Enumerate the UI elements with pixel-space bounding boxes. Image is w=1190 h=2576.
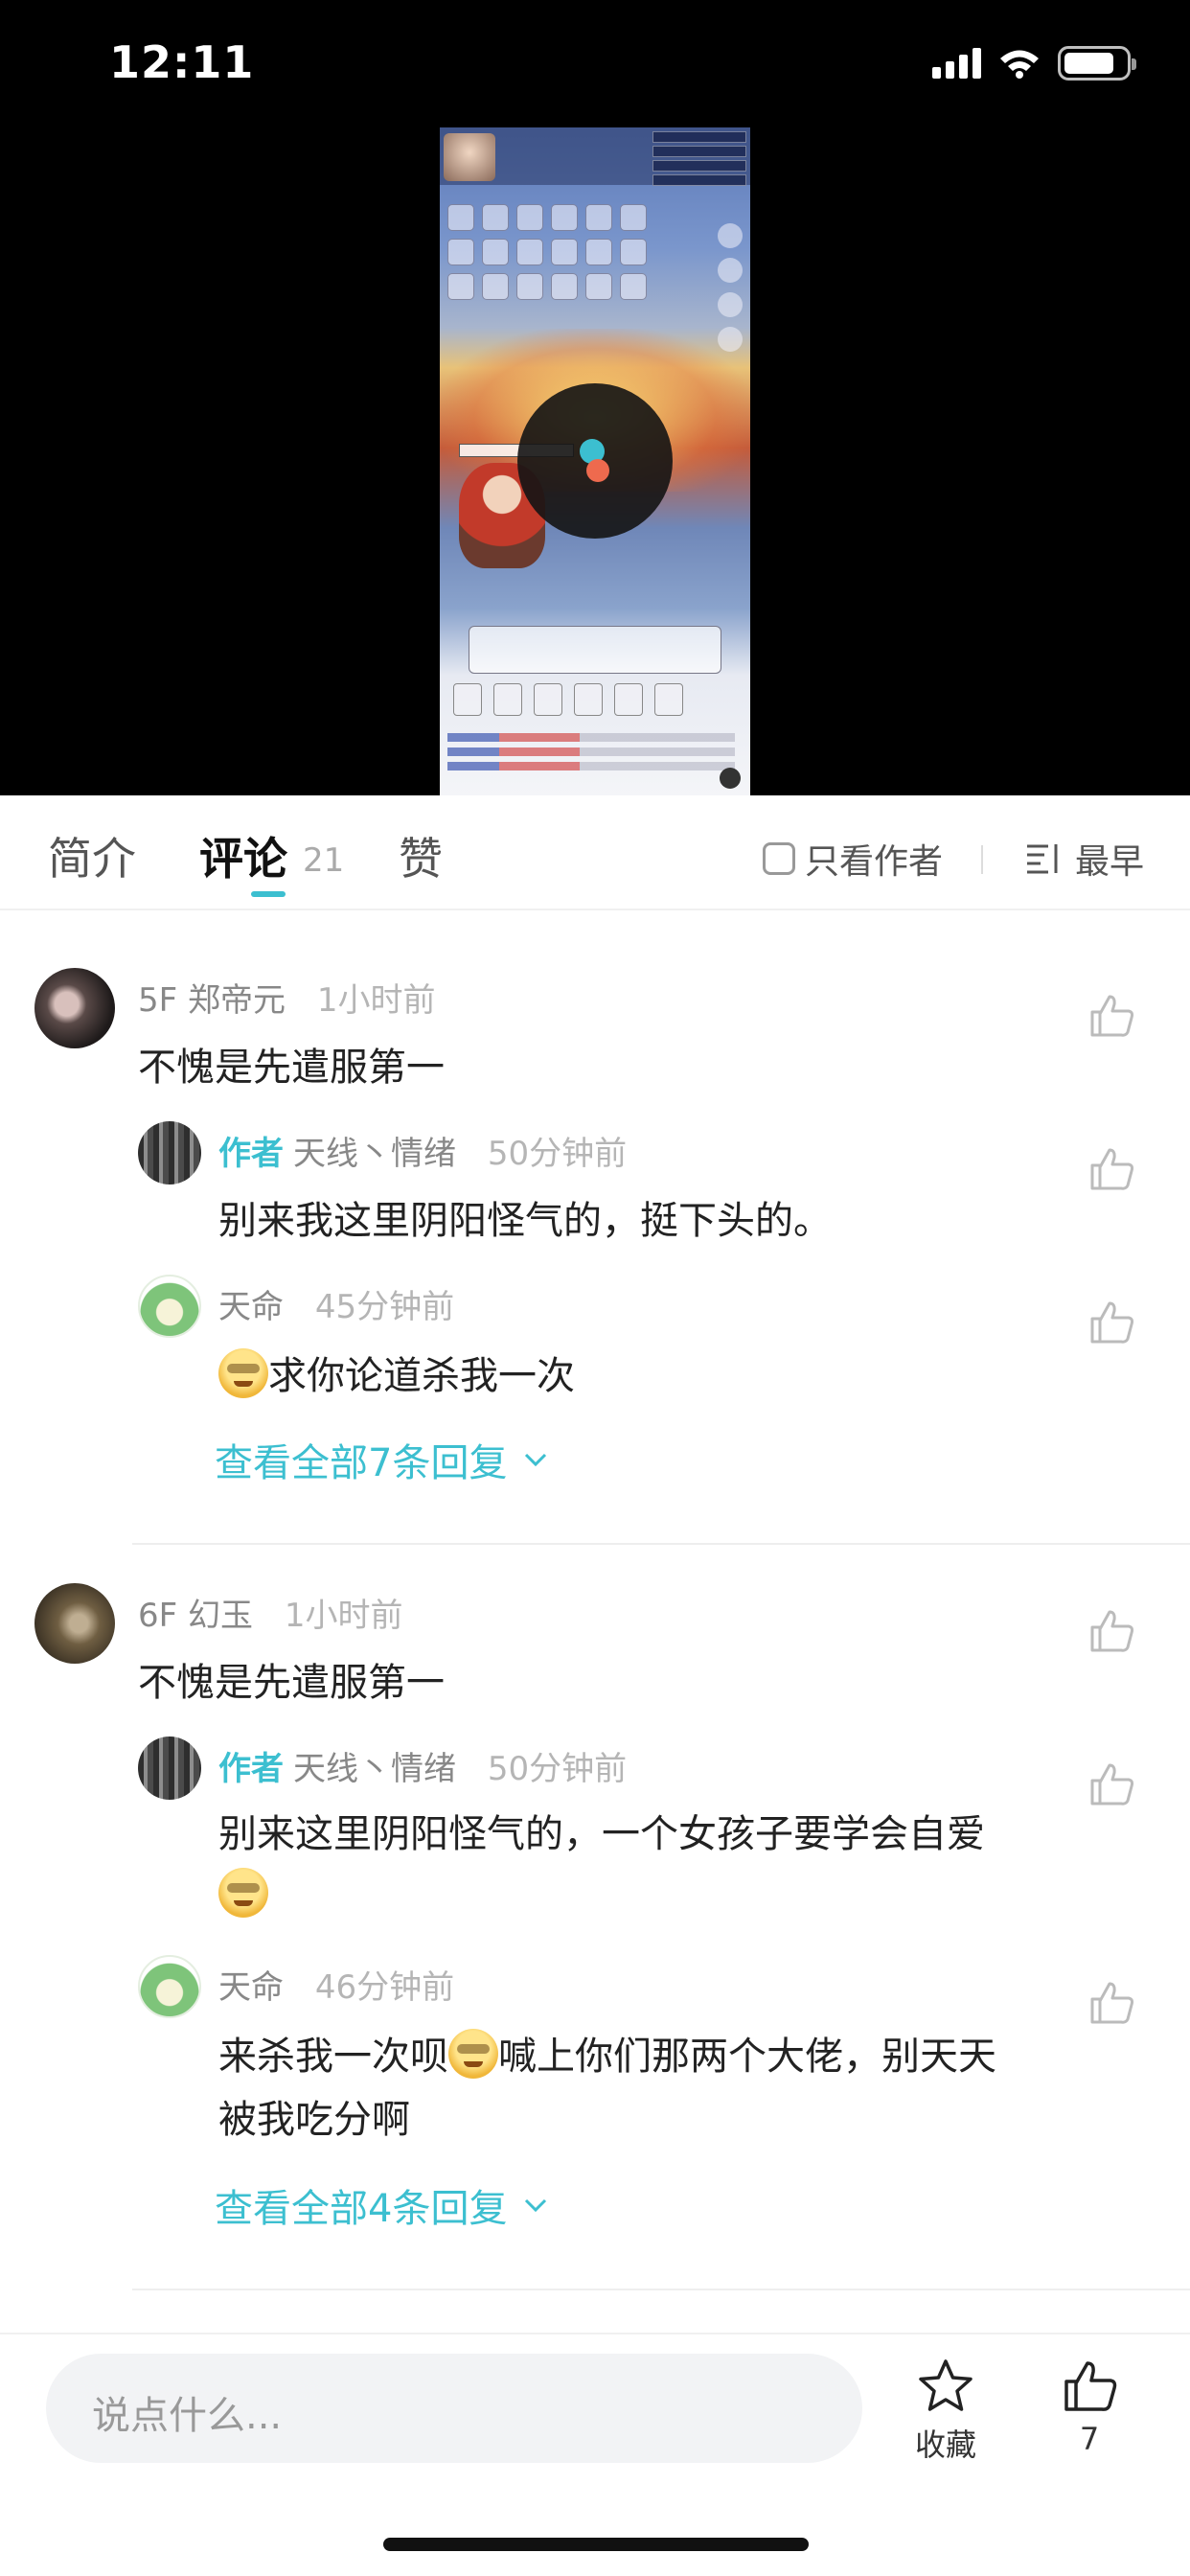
username[interactable]: 幻玉 [188,1597,253,1635]
wifi-icon [1000,50,1039,79]
timestamp: 50分钟前 [487,1135,628,1173]
tab-comments[interactable]: 评论 [199,824,287,887]
avatar[interactable] [34,1583,115,1664]
username[interactable]: 天命 [218,1288,284,1326]
comment-text[interactable]: 不愧是先遣服第一 [138,1652,445,1714]
avatar[interactable] [34,968,115,1048]
emoji-icon [218,1348,268,1398]
divider [132,1543,1190,1545]
reply-meta: 作者 天线丶情绪 50分钟前 [218,1127,627,1174]
view-all-replies-button[interactable]: 查看全部7条回复 [215,1432,549,1487]
floor-number: 5F [138,981,178,1020]
comments-count: 21 [303,841,345,880]
status-icons [932,46,1136,80]
like-button[interactable]: 7 [1037,2356,1142,2457]
sort-button[interactable]: 最早 [1025,834,1144,884]
reply-emoji-line [218,1865,268,1926]
timestamp: 46分钟前 [314,1968,455,2007]
thumbs-up-icon[interactable] [1087,1760,1136,1809]
like-count: 7 [1079,2421,1100,2457]
chevron-down-icon [525,2198,547,2213]
avatar[interactable] [138,1955,201,2018]
reply-text-continued[interactable]: 被我吃分啊 [218,2089,410,2150]
author-only-label: 只看作者 [805,842,944,882]
battery-icon [1058,46,1136,80]
comment-text[interactable]: 不愧是先遣服第一 [138,1037,445,1098]
author-only-toggle[interactable]: 只看作者 [763,834,943,884]
divider [981,845,983,874]
username[interactable]: 郑帝元 [188,981,286,1020]
author-badge: 作者 [218,1135,284,1173]
tab-intro[interactable]: 简介 [48,824,136,887]
status-time: 12:11 [109,36,255,88]
loading-dot [586,459,609,482]
username[interactable]: 天线丶情绪 [293,1135,456,1173]
reply-text[interactable]: 来杀我一次呗 喊上你们那两个大佬，别天天 [218,2026,996,2087]
thumbs-up-icon[interactable] [1087,1144,1136,1194]
favorite-label: 收藏 [914,2426,976,2463]
avatar[interactable] [138,1736,201,1800]
comment-meta: 5F 郑帝元 1小时前 [138,974,435,1021]
signal-icon [932,48,981,79]
star-icon [919,2359,973,2411]
username[interactable]: 天命 [218,1968,284,2007]
sort-label: 最早 [1075,842,1145,882]
chevron-down-icon [525,1453,547,1467]
timestamp: 1小时前 [284,1597,403,1635]
reply-text[interactable]: 求你论道杀我一次 [218,1346,575,1407]
reply-text[interactable]: 别来我这里阴阳怪气的，挺下头的。 [218,1190,832,1252]
comment-input[interactable]: 说点什么... [46,2354,862,2463]
tab-likes[interactable]: 赞 [399,824,443,887]
home-indicator [383,2538,809,2551]
thumbs-up-icon[interactable] [1087,1978,1136,2028]
reply-meta: 作者 天线丶情绪 50分钟前 [218,1742,627,1789]
thumbs-up-icon[interactable] [1087,991,1136,1041]
view-all-replies-button[interactable]: 查看全部4条回复 [215,2177,549,2233]
username[interactable]: 天线丶情绪 [293,1750,456,1788]
author-badge: 作者 [218,1750,284,1788]
timestamp: 45分钟前 [314,1288,455,1326]
timestamp: 1小时前 [316,981,436,1020]
emoji-icon [218,1868,268,1918]
thumbs-up-icon[interactable] [1087,1298,1136,1347]
avatar[interactable] [138,1275,201,1338]
thumbs-up-icon [1064,2361,1117,2411]
reply-meta: 天命 46分钟前 [218,1961,454,2008]
floor-number: 6F [138,1597,178,1635]
timestamp: 50分钟前 [487,1750,628,1788]
comment-input-placeholder: 说点什么... [92,2394,283,2438]
active-tab-indicator [251,891,286,897]
emoji-icon [448,2029,498,2079]
favorite-button[interactable]: 收藏 [893,2356,998,2465]
reply-text[interactable]: 别来这里阴阳怪气的，一个女孩子要学会自爱 [218,1804,985,1865]
video-player[interactable]: 12:11 [0,0,1190,795]
thumbs-up-icon[interactable] [1087,1606,1136,1656]
sort-icon [1027,844,1058,874]
checkbox-icon[interactable] [763,842,795,875]
reply-meta: 天命 45分钟前 [218,1280,454,1327]
comment-meta: 6F 幻玉 1小时前 [138,1589,402,1636]
divider [132,2288,1190,2290]
tab-bar: 简介 评论 21 赞 只看作者 最早 [0,795,1190,910]
avatar[interactable] [138,1121,201,1184]
